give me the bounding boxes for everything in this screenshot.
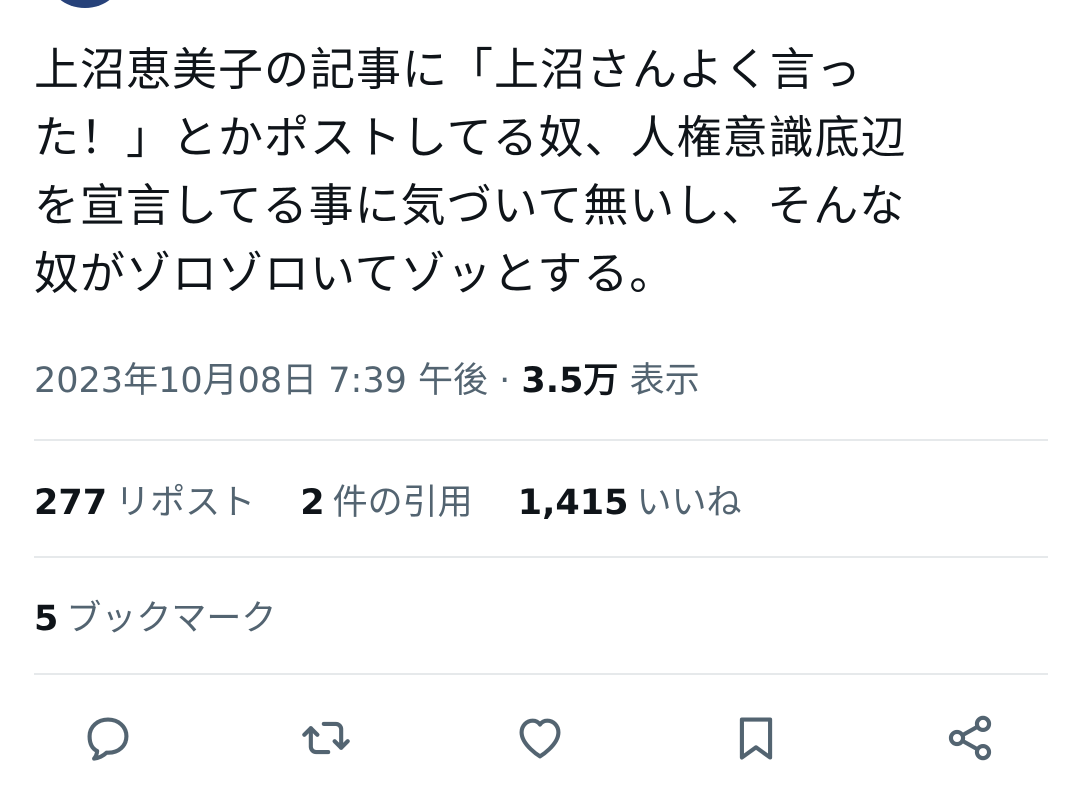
quotes-count: 2 — [300, 483, 325, 523]
divider — [34, 556, 1048, 558]
likes-count: 1,415 — [517, 483, 629, 523]
repost-button[interactable] — [296, 708, 356, 768]
quotes-stat[interactable]: 2 件の引用 — [300, 478, 472, 528]
reposts-count: 277 — [34, 483, 108, 523]
reposts-label: リポスト — [115, 483, 256, 523]
tweet-text-line: 上沼恵美子の記事に「上沼さんよく言っ — [34, 43, 863, 96]
tweet-text-line: た！」とかポストしてる奴、人権意識底辺 — [34, 111, 907, 164]
tweet-text-line: を宣言してる事に気づいて無いし、そんな — [34, 179, 906, 232]
bookmarks-count: 5 — [34, 599, 59, 639]
reposts-stat[interactable]: 277 リポスト — [34, 478, 255, 528]
bookmark-icon — [739, 717, 773, 760]
likes-stat[interactable]: 1,415 いいね — [518, 478, 742, 528]
divider — [34, 439, 1048, 441]
tweet-meta: 2023年10月08日 7:39 午後 · 3.5万 表示 — [34, 356, 700, 406]
avatar[interactable] — [48, 0, 122, 8]
divider — [34, 673, 1048, 675]
views-label: 表示 — [629, 361, 700, 401]
action-bar — [0, 708, 1080, 768]
tweet-text-line: 奴がゾロゾロいてゾッとする。 — [34, 247, 676, 300]
bookmarks-stat[interactable]: 5 ブックマーク — [34, 594, 276, 644]
timestamp[interactable]: 2023年10月08日 7:39 午後 — [34, 361, 488, 401]
quotes-label: 件の引用 — [332, 483, 473, 523]
bookmark-button[interactable] — [726, 708, 786, 768]
reply-icon — [87, 717, 129, 761]
views-count: 3.5万 — [521, 361, 619, 401]
repost-icon — [302, 721, 350, 755]
share-button[interactable] — [940, 708, 1000, 768]
likes-label: いいね — [636, 483, 742, 523]
meta-separator: · — [499, 361, 511, 401]
bookmarks-label: ブックマーク — [66, 599, 277, 639]
heart-icon — [519, 718, 561, 759]
engagement-stats: 277 リポスト 2 件の引用 1,415 いいね — [34, 478, 775, 528]
like-button[interactable] — [510, 708, 570, 768]
tweet-detail: 上沼恵美子の記事に「上沼さんよく言っ た！」とかポストしてる奴、人権意識底辺 を… — [0, 0, 1080, 792]
share-icon — [948, 715, 992, 761]
tweet-text: 上沼恵美子の記事に「上沼さんよく言っ た！」とかポストしてる奴、人権意識底辺 を… — [34, 36, 1044, 308]
reply-button[interactable] — [78, 708, 138, 768]
